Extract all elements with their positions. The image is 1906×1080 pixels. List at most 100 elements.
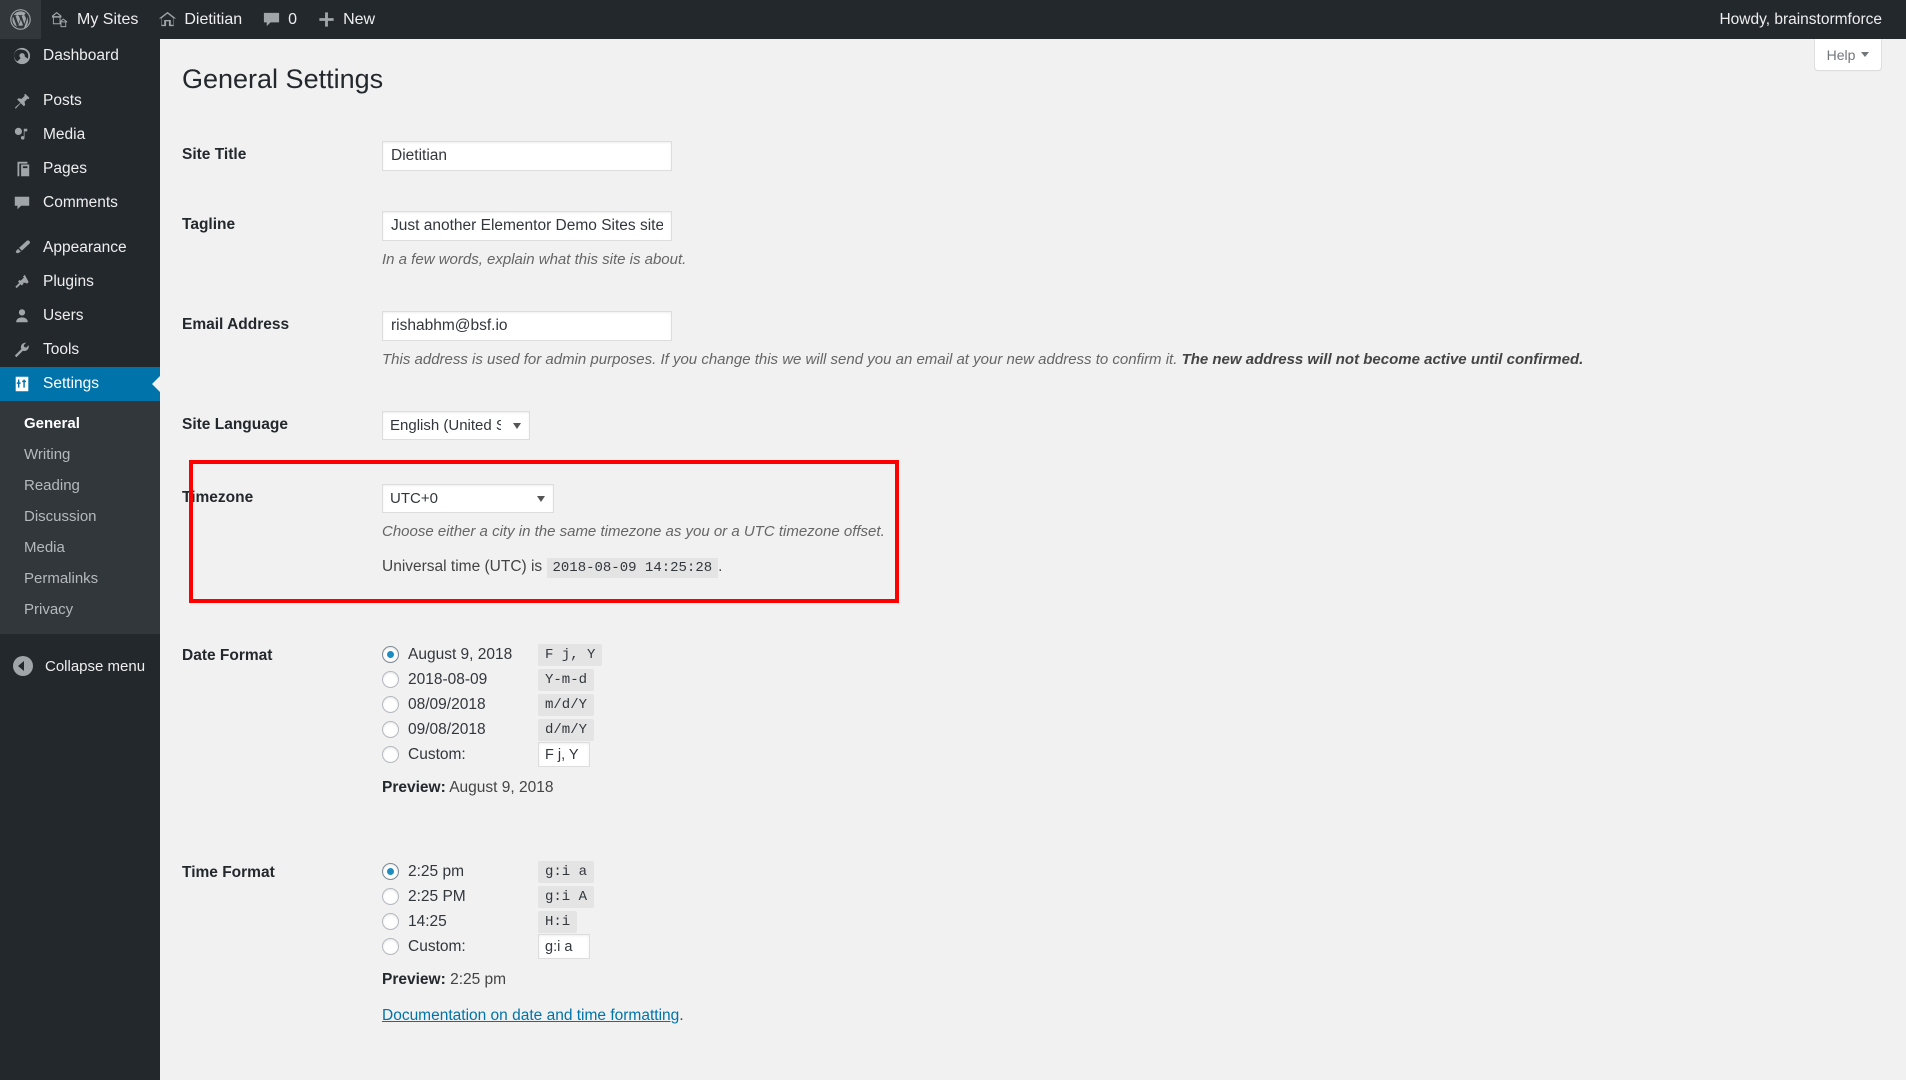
date-format-custom-row[interactable]: Custom: [382,742,1896,767]
time-format-code: g:i a [538,861,594,883]
utc-time-value: 2018-08-09 14:25:28 [547,558,719,578]
sidebar-item-pages[interactable]: Pages [0,152,160,186]
my-account-menu[interactable]: Howdy, brainstormforce [1709,0,1906,39]
field-row-week-starts-on: Week Starts On Monday [182,1045,1906,1080]
date-time-documentation-link[interactable]: Documentation on date and time formattin… [382,1007,679,1025]
menu-separator [0,73,160,84]
sidebar-subitem-reading[interactable]: Reading [0,470,160,501]
time-format-option-row[interactable]: 2:25 pm g:i a [382,859,1896,884]
field-row-tagline: Tagline In a few words, explain what thi… [182,191,1906,291]
site-title-label: Site Title [182,121,382,189]
sidebar-subitem-privacy[interactable]: Privacy [0,594,160,625]
collapse-menu-label: Collapse menu [45,658,145,675]
help-tab-button[interactable]: Help [1814,39,1882,71]
time-format-preview-label: Preview: [382,971,446,988]
page-icon [12,160,32,178]
time-format-option-row[interactable]: 14:25 H:i [382,909,1896,934]
time-format-radio-0[interactable] [382,863,399,880]
wordpress-logo-menu[interactable] [0,0,41,39]
sidebar-item-label: Comments [43,194,118,212]
site-language-cell: English (United States) [382,391,1906,460]
plus-icon [317,10,336,29]
time-format-custom-row[interactable]: Custom: [382,934,1896,959]
documentation-line: Documentation on date and time formattin… [382,989,1896,1025]
date-format-option-row[interactable]: August 9, 2018 F j, Y [382,642,1896,667]
sidebar-item-users[interactable]: Users [0,299,160,333]
date-format-option-label: 2018-08-09 [408,671,526,689]
tagline-label: Tagline [182,191,382,259]
comments-count: 0 [288,11,297,29]
buddicons-multisite-icon [51,10,70,29]
admin-bar: My Sites Dietitian 0 New Howdy, brainsto… [0,0,1906,39]
wordpress-logo-icon [10,9,31,30]
time-format-radio-2[interactable] [382,913,399,930]
dashboard-icon [12,47,32,65]
date-format-radio-0[interactable] [382,646,399,663]
comments-menu[interactable]: 0 [252,0,307,39]
email-description: This address is used for admin purposes.… [382,349,1896,371]
sidebar-item-dashboard[interactable]: Dashboard [0,39,160,73]
date-format-radio-1[interactable] [382,671,399,688]
time-format-label: Time Format [182,845,382,907]
email-field[interactable] [382,311,672,341]
page-title: General Settings [160,39,1906,97]
timezone-label: Timezone [182,460,382,532]
date-format-option-row[interactable]: 08/09/2018 m/d/Y [382,692,1896,717]
date-format-label: Date Format [182,628,382,690]
sidebar-subitem-writing[interactable]: Writing [0,439,160,470]
time-format-custom-input[interactable] [538,934,590,959]
date-format-option-row[interactable]: 2018-08-09 Y-m-d [382,667,1896,692]
time-format-code: g:i A [538,886,594,908]
field-row-date-format: Date Format August 9, 2018 F j, Y 2018-0… [182,602,1906,817]
date-format-radio-custom[interactable] [382,746,399,763]
site-language-select[interactable]: English (United States) [382,411,530,440]
sidebar-subitem-permalinks[interactable]: Permalinks [0,563,160,594]
collapse-menu-button[interactable]: Collapse menu [0,645,160,687]
sidebar-item-label: Media [43,126,85,144]
date-format-code: m/d/Y [538,694,594,716]
field-row-site-language: Site Language English (United States) [182,391,1906,460]
pin-icon [12,92,32,110]
field-row-email: Email Address This address is used for a… [182,291,1906,391]
timezone-select[interactable]: UTC+0 [382,484,554,513]
time-format-option-row[interactable]: 2:25 PM g:i A [382,884,1896,909]
date-format-radio-3[interactable] [382,721,399,738]
site-language-select-wrap: English (United States) [382,411,530,440]
sidebar-subitem-discussion[interactable]: Discussion [0,501,160,532]
tagline-input[interactable] [382,211,672,241]
sidebar-item-label: Posts [43,92,82,110]
wrench-icon [12,341,32,359]
date-format-preview-value: August 9, 2018 [449,779,553,796]
general-settings-form: Site Title Tagline In a few words, expla… [160,121,1906,1080]
date-format-custom-input[interactable] [538,742,590,767]
time-format-radio-1[interactable] [382,888,399,905]
help-tab-label: Help [1827,47,1856,63]
time-format-code: H:i [538,911,577,933]
sidebar-item-appearance[interactable]: Appearance [0,231,160,265]
site-title-input[interactable] [382,141,672,171]
site-name-menu[interactable]: Dietitian [148,0,252,39]
timezone-description: Choose either a city in the same timezon… [382,521,1896,543]
time-format-cell: 2:25 pm g:i a 2:25 PM g:i A 14:25 H:i Cu… [382,845,1906,1045]
new-content-menu[interactable]: New [307,0,385,39]
sidebar-item-label: Pages [43,160,87,178]
sidebar-item-plugins[interactable]: Plugins [0,265,160,299]
date-format-radio-2[interactable] [382,696,399,713]
menu-separator [0,220,160,231]
sidebar-item-settings[interactable]: Settings [0,367,160,401]
sidebar-subitem-media[interactable]: Media [0,532,160,563]
sidebar-item-posts[interactable]: Posts [0,84,160,118]
email-description-text: This address is used for admin purposes.… [382,351,1182,368]
time-format-radio-custom[interactable] [382,938,399,955]
email-cell: This address is used for admin purposes.… [382,291,1906,391]
sidebar-item-media[interactable]: Media [0,118,160,152]
settings-submenu: General Writing Reading Discussion Media… [0,401,160,634]
timezone-cell: UTC+0 Choose either a city in the same t… [382,460,1906,603]
admin-sidebar-menu: Dashboard Posts Media Pages Commen [0,39,160,1080]
sidebar-item-comments[interactable]: Comments [0,186,160,220]
time-format-preview-value: 2:25 pm [450,971,506,988]
date-format-option-row[interactable]: 09/08/2018 d/m/Y [382,717,1896,742]
sidebar-item-tools[interactable]: Tools [0,333,160,367]
my-sites-menu[interactable]: My Sites [41,0,148,39]
sidebar-subitem-general[interactable]: General [0,408,160,439]
